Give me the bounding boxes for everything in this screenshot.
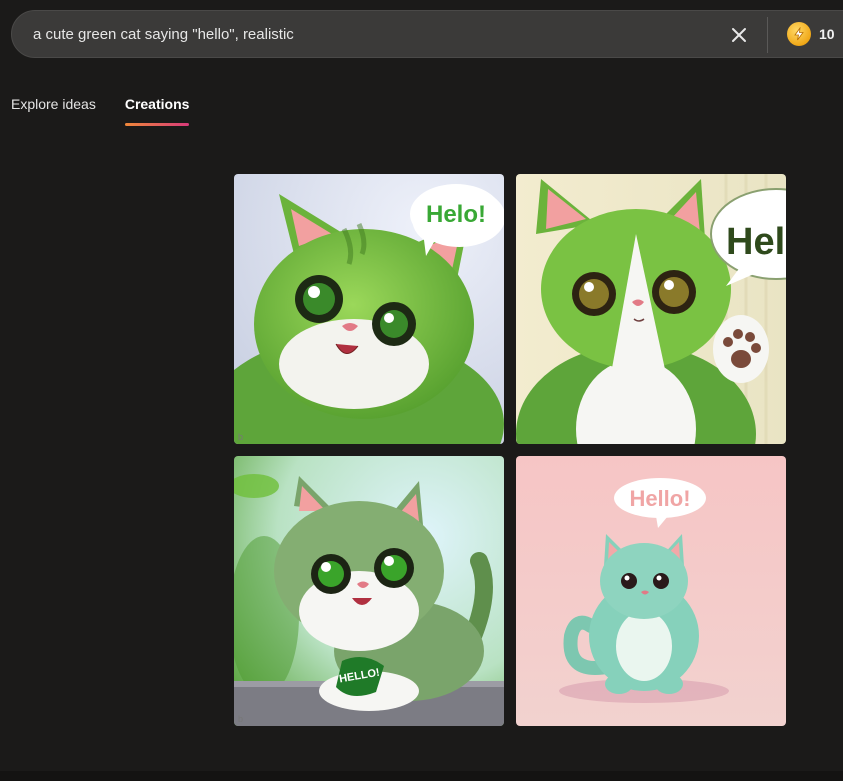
search-input[interactable]: a cute green cat saying "hello", realist… [33,26,294,43]
generated-image-3[interactable]: HELLO! b [234,456,504,726]
speech-bubble-text: Hello! [629,486,690,511]
bottom-edge [0,771,843,781]
rewards-counter[interactable]: 10 [787,22,835,46]
tab-bar: Explore ideas Creations [11,96,189,126]
tab-creations[interactable]: Creations [124,96,189,126]
green-cat-waving-image: Hello [516,174,786,444]
svg-text:b: b [238,714,243,724]
generated-image-1[interactable]: Helo! b [234,174,504,444]
search-bar[interactable]: a cute green cat saying "hello", realist… [11,10,843,58]
creations-grid: Helo! b Hello [234,174,786,726]
generated-image-2[interactable]: Hello [516,174,786,444]
green-tabby-cat-image: HELLO! b [234,456,504,726]
svg-text:b: b [238,432,243,442]
speech-bubble-text: Hello [726,221,786,263]
lightning-coin-icon [787,22,811,46]
tab-explore-ideas[interactable]: Explore ideas [11,96,96,126]
search-divider [767,17,768,53]
close-icon [732,28,746,42]
clear-search-button[interactable] [727,23,751,47]
speech-bubble-text: Helo! [426,201,486,228]
rewards-count: 10 [819,26,835,42]
green-cat-image: Helo! b [234,174,504,444]
generated-image-4[interactable]: Hello! [516,456,786,726]
mint-cat-image: Hello! [516,456,786,726]
